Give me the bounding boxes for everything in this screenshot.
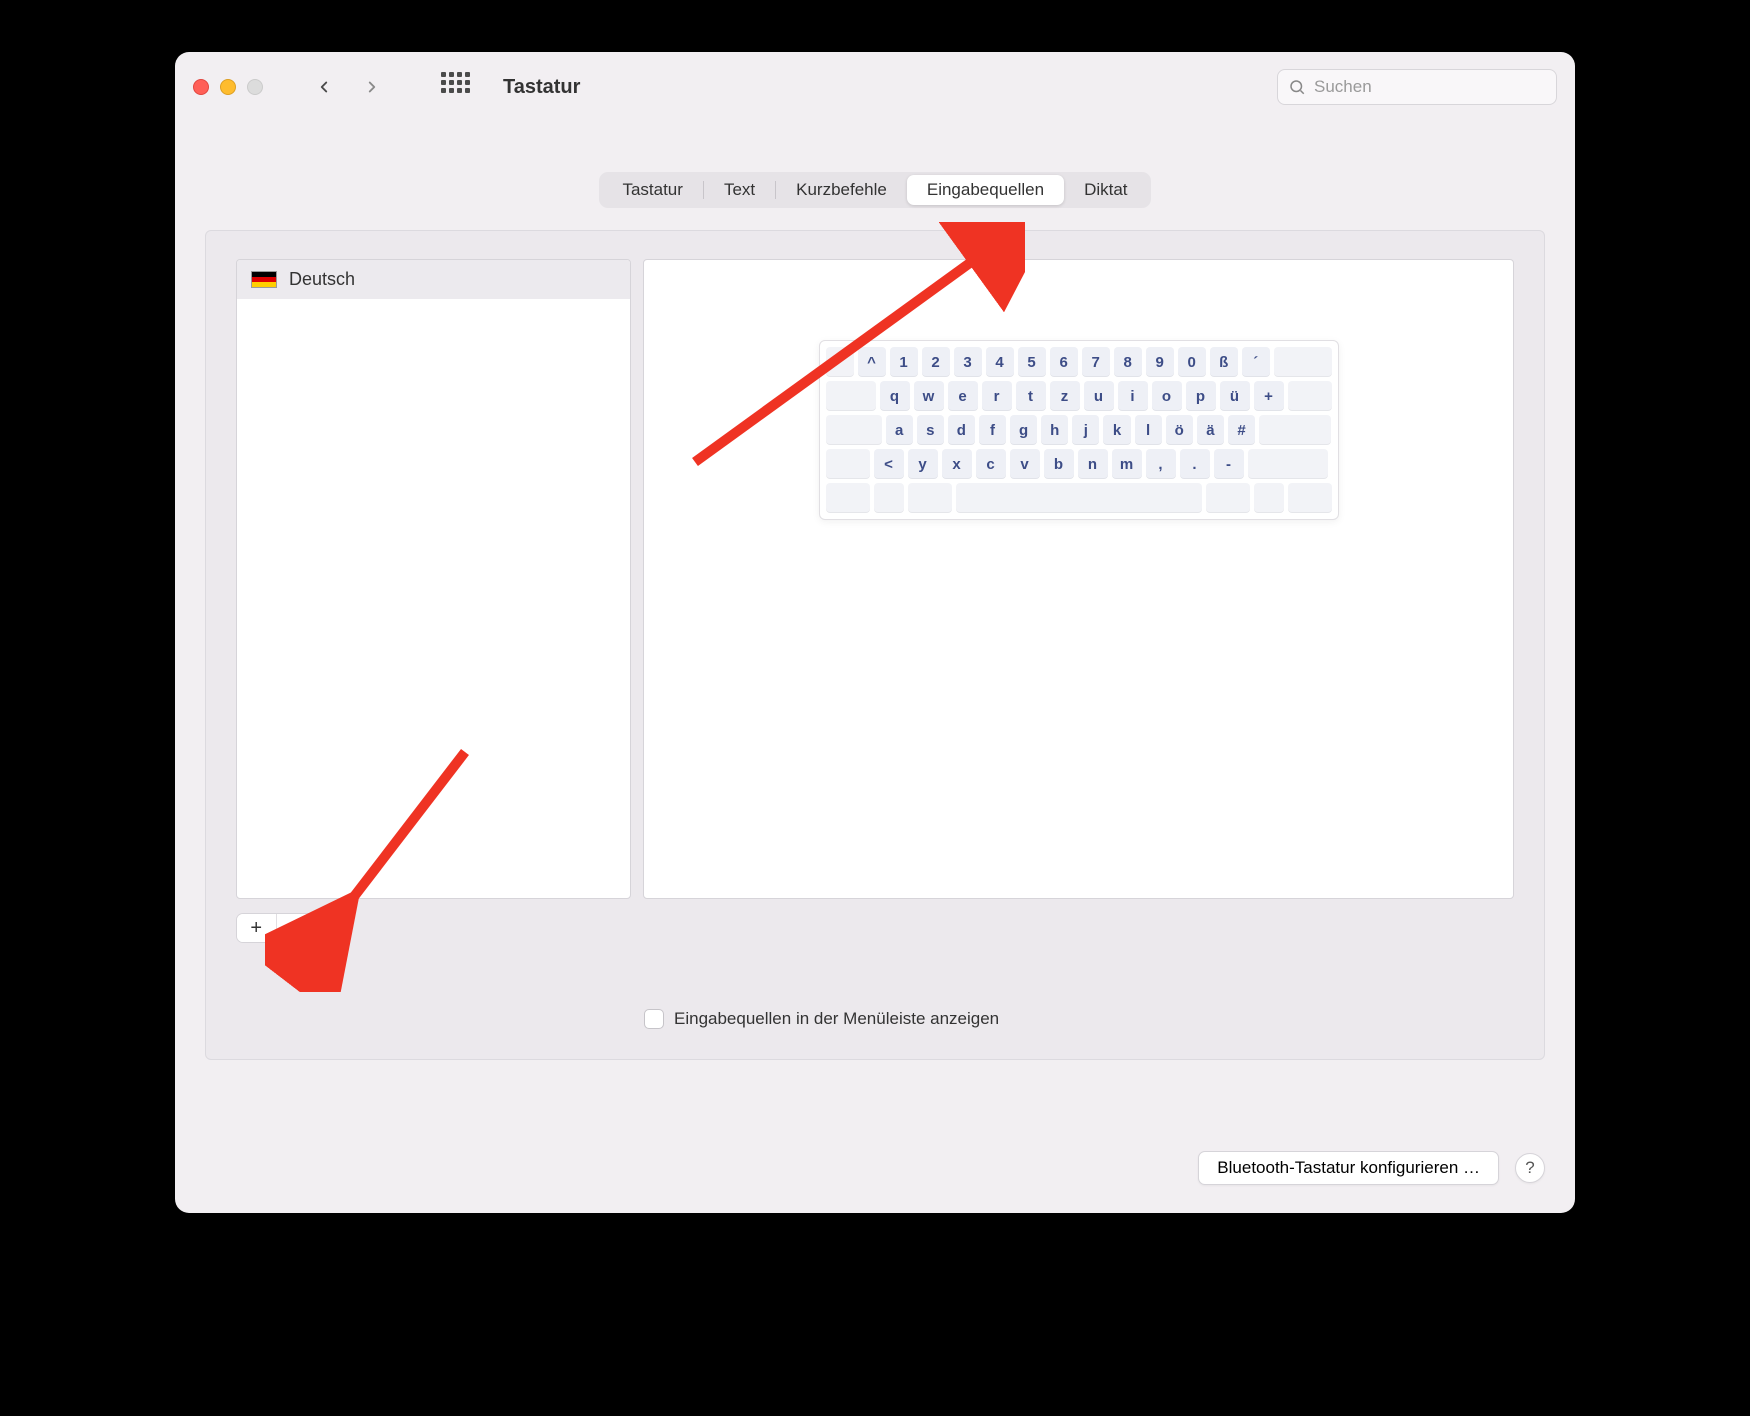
key: t — [1016, 381, 1046, 411]
window-title: Tastatur — [503, 76, 580, 99]
key: q — [880, 381, 910, 411]
flag-icon — [251, 271, 277, 288]
titlebar: Tastatur — [175, 52, 1575, 122]
key: h — [1041, 415, 1068, 445]
show-in-menubar-row[interactable]: Eingabequellen in der Menüleiste anzeige… — [644, 1009, 999, 1029]
key: 0 — [1178, 347, 1206, 377]
key: n — [1078, 449, 1108, 479]
close-window-button[interactable] — [193, 79, 209, 95]
key: 1 — [890, 347, 918, 377]
key: ü — [1220, 381, 1250, 411]
key: g — [1010, 415, 1037, 445]
key: d — [948, 415, 975, 445]
tab-bar: TastaturTextKurzbefehleEingabequellenDik… — [175, 122, 1575, 208]
search-icon — [1288, 78, 1306, 96]
key: ß — [1210, 347, 1238, 377]
minimize-window-button[interactable] — [220, 79, 236, 95]
key: 7 — [1082, 347, 1110, 377]
remove-source-button: − — [277, 914, 316, 942]
key: c — [976, 449, 1006, 479]
key: 2 — [922, 347, 950, 377]
key: ä — [1197, 415, 1224, 445]
add-source-button[interactable]: + — [237, 914, 276, 942]
tab-tastatur[interactable]: Tastatur — [602, 175, 702, 205]
input-source-list[interactable]: Deutsch — [236, 259, 631, 899]
key: 3 — [954, 347, 982, 377]
key: - — [1214, 449, 1244, 479]
footer: Bluetooth-Tastatur konfigurieren … ? — [1198, 1151, 1545, 1185]
keyboard-preview: ^1234567890ß´ qwertzuiopü+ asdfghjklöä# <yx… — [819, 340, 1339, 520]
key: r — [982, 381, 1012, 411]
source-list-buttons: + − — [236, 913, 316, 943]
key: w — [914, 381, 944, 411]
bluetooth-keyboard-button[interactable]: Bluetooth-Tastatur konfigurieren … — [1198, 1151, 1499, 1185]
key: 6 — [1050, 347, 1078, 377]
input-source-item[interactable]: Deutsch — [237, 260, 630, 299]
key: p — [1186, 381, 1216, 411]
keyboard-preview-pane: ^1234567890ß´ qwertzuiopü+ asdfghjklöä# <yx… — [643, 259, 1514, 899]
key: u — [1084, 381, 1114, 411]
tab-kurzbefehle[interactable]: Kurzbefehle — [776, 175, 907, 205]
window-controls — [193, 79, 263, 95]
key: a — [886, 415, 913, 445]
key: b — [1044, 449, 1074, 479]
key: m — [1112, 449, 1142, 479]
key: l — [1135, 415, 1162, 445]
key: # — [1228, 415, 1255, 445]
key: i — [1118, 381, 1148, 411]
key: x — [942, 449, 972, 479]
show-all-icon[interactable] — [441, 72, 471, 102]
search-field[interactable] — [1277, 69, 1557, 105]
key: y — [908, 449, 938, 479]
search-input[interactable] — [1314, 77, 1546, 97]
zoom-window-button — [247, 79, 263, 95]
key: ^ — [858, 347, 886, 377]
tab-eingabequellen[interactable]: Eingabequellen — [907, 175, 1064, 205]
show-in-menubar-label: Eingabequellen in der Menüleiste anzeige… — [674, 1009, 999, 1029]
key: < — [874, 449, 904, 479]
key: 9 — [1146, 347, 1174, 377]
back-button[interactable] — [307, 70, 341, 104]
key: ´ — [1242, 347, 1270, 377]
key: ö — [1166, 415, 1193, 445]
key: 8 — [1114, 347, 1142, 377]
key: o — [1152, 381, 1182, 411]
input-source-label: Deutsch — [289, 269, 355, 290]
show-in-menubar-checkbox[interactable] — [644, 1009, 664, 1029]
key: . — [1180, 449, 1210, 479]
key: + — [1254, 381, 1284, 411]
key: j — [1072, 415, 1099, 445]
tab-diktat[interactable]: Diktat — [1064, 175, 1147, 205]
key: e — [948, 381, 978, 411]
content-area: Deutsch ^1234567890ß´qwertzuiopü+asdfghj… — [205, 230, 1545, 1060]
key: 4 — [986, 347, 1014, 377]
key: k — [1103, 415, 1130, 445]
key: v — [1010, 449, 1040, 479]
key: s — [917, 415, 944, 445]
key: , — [1146, 449, 1176, 479]
key: z — [1050, 381, 1080, 411]
help-button[interactable]: ? — [1515, 1153, 1545, 1183]
forward-button — [355, 70, 389, 104]
tab-text[interactable]: Text — [704, 175, 775, 205]
preferences-window: Tastatur TastaturTextKurzbefehleEingabeq… — [175, 52, 1575, 1213]
key: 5 — [1018, 347, 1046, 377]
key: f — [979, 415, 1006, 445]
